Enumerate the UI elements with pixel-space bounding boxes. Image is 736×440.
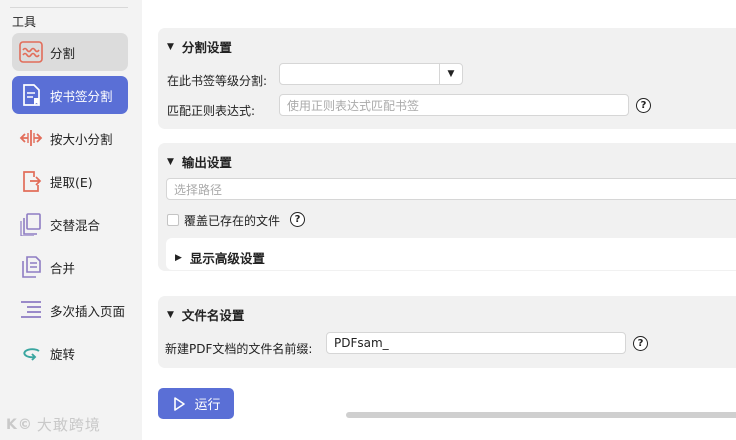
sidebar-item-split-by-bookmark[interactable]: 按书签分割: [12, 76, 128, 114]
output-settings-title: 输出设置: [181, 155, 232, 170]
sidebar-item-label: 多次插入页面: [50, 303, 126, 319]
bookmark-level-dropdown-button[interactable]: ▼: [439, 63, 463, 85]
regex-help-icon[interactable]: ?: [636, 98, 651, 113]
filename-settings-title: 文件名设置: [181, 308, 245, 323]
regex-label: 匹配正则表达式:: [167, 104, 256, 118]
sidebar-item-label: 合并: [50, 260, 76, 276]
sidebar-divider: [10, 7, 128, 8]
sidebar-item-label: 按大小分割: [50, 131, 113, 147]
output-settings-header[interactable]: ▼ 输出设置: [167, 152, 232, 171]
chevron-down-icon: ▼: [447, 69, 455, 79]
sidebar-item-split-by-size[interactable]: 按大小分割: [12, 119, 128, 157]
regex-input[interactable]: 使用正则表达式匹配书签: [279, 94, 629, 116]
play-icon: [174, 396, 186, 411]
collapse-triangle-icon: ▼: [167, 41, 174, 52]
sidebar-item-multi-insert[interactable]: 多次插入页面: [12, 291, 128, 329]
run-button[interactable]: 运行: [158, 388, 234, 419]
sidebar-item-extract[interactable]: 提取(E): [12, 162, 128, 200]
overwrite-checkbox[interactable]: [167, 214, 179, 226]
split-wave-icon: [18, 39, 44, 65]
advanced-settings-header: ▶ 显示高级设置: [175, 248, 265, 267]
split-settings-title: 分割设置: [181, 40, 232, 55]
run-button-label: 运行: [194, 398, 221, 413]
filename-settings-header[interactable]: ▼ 文件名设置: [167, 305, 244, 324]
watermark-text: 大敢跨境: [36, 416, 101, 434]
bookmark-doc-icon: [18, 82, 44, 108]
watermark: K© 大敢跨境: [6, 414, 101, 435]
extract-icon: [18, 168, 44, 194]
bookmark-level-label: 在此书签等级分割:: [167, 74, 268, 88]
bookmark-level-combo[interactable]: [279, 63, 440, 85]
overwrite-label: 覆盖已存在的文件: [184, 214, 281, 228]
sidebar-item-split[interactable]: 分割: [12, 33, 128, 71]
prefix-help-icon[interactable]: ?: [633, 336, 648, 351]
sidebar-item-rotate[interactable]: 旋转: [12, 334, 128, 372]
merge-icon: [18, 254, 44, 280]
overwrite-help-icon[interactable]: ?: [290, 212, 305, 227]
output-settings-panel: ▼ 输出设置 选择路径 覆盖已存在的文件 ? ▶ 显示高级设置: [158, 143, 736, 271]
sidebar-item-label: 分割: [50, 45, 76, 61]
watermark-logo-icon: K©: [6, 416, 33, 433]
filename-settings-panel: ▼ 文件名设置 新建PDF文档的文件名前缀: PDFsam_ ?: [158, 296, 736, 368]
split-settings-header[interactable]: ▼ 分割设置: [167, 37, 232, 56]
sidebar-item-alternate-mix[interactable]: 交替混合: [12, 205, 128, 243]
sidebar-item-label: 按书签分割: [50, 88, 113, 104]
progress-bar: [346, 412, 736, 418]
main-content: ▼ 分割设置 在此书签等级分割: ▼ 匹配正则表达式: 使用正则表达式匹配书签 …: [142, 0, 736, 440]
collapse-triangle-icon: ▼: [167, 156, 174, 167]
size-split-icon: [18, 125, 44, 151]
sidebar-item-merge[interactable]: 合并: [12, 248, 128, 286]
sidebar-item-label: 交替混合: [50, 217, 101, 233]
expand-triangle-icon: ▶: [175, 252, 182, 263]
sidebar-item-label: 提取(E): [50, 174, 93, 190]
sidebar-item-label: 旋转: [50, 346, 76, 362]
collapse-triangle-icon: ▼: [167, 309, 174, 320]
split-settings-panel: ▼ 分割设置 在此书签等级分割: ▼ 匹配正则表达式: 使用正则表达式匹配书签 …: [158, 28, 736, 129]
rotate-icon: [18, 340, 44, 366]
advanced-settings-label: 显示高级设置: [189, 251, 265, 266]
sidebar: 工具 分割 按书签分割 按大小分割 提取(E) 交替混合 合并 多次插入页面 旋…: [0, 0, 142, 440]
sidebar-title: 工具: [12, 15, 37, 29]
alternate-mix-icon: [18, 211, 44, 237]
prefix-label: 新建PDF文档的文件名前缀:: [165, 342, 313, 356]
multi-insert-icon: [18, 297, 44, 323]
advanced-settings-toggle[interactable]: ▶ 显示高级设置: [166, 238, 736, 270]
prefix-input[interactable]: PDFsam_: [326, 332, 626, 354]
output-path-input[interactable]: 选择路径: [166, 178, 736, 200]
